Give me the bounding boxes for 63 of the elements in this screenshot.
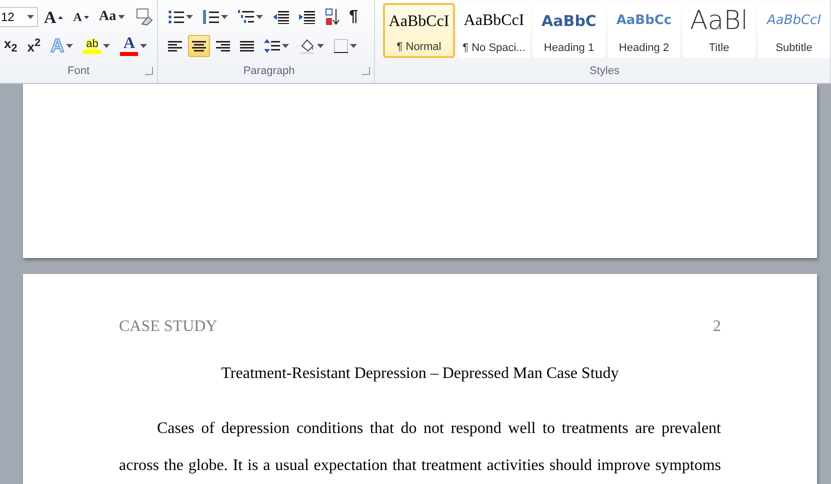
caret-icon bbox=[140, 44, 148, 48]
style-preview: AaBl bbox=[690, 10, 748, 32]
highlight-button[interactable]: ab bbox=[79, 35, 114, 57]
multilevel-list-icon bbox=[238, 10, 254, 24]
style-name: Subtitle bbox=[776, 42, 812, 54]
style-name: ¶ Normal bbox=[396, 41, 442, 53]
body-paragraph: Cases of depression conditions that do not respond well to treatments are prevalent across the globe. It is a usual expectation that treatment activities should improve symptoms bbox=[119, 419, 721, 476]
document-title: Treatment-Resistant Depression – Depressed Man Case Study bbox=[220, 365, 620, 383]
show-marks-button[interactable]: ¶ bbox=[345, 6, 362, 28]
style-name: Heading 2 bbox=[618, 42, 670, 54]
line-spacing-icon bbox=[264, 38, 280, 54]
bullet-list-icon bbox=[168, 10, 184, 24]
style-preview: AaBbCc bbox=[616, 12, 672, 30]
caret-icon bbox=[221, 15, 228, 19]
caret-icon bbox=[66, 44, 74, 48]
caret-icon bbox=[118, 15, 126, 19]
caret-up-icon bbox=[58, 16, 64, 18]
style-option[interactable]: AaBbCcI ¶ Normal bbox=[383, 3, 455, 58]
script-button[interactable]: x$_{2}$ bbox=[0, 35, 22, 57]
borders-icon bbox=[334, 39, 348, 53]
align-center-button[interactable] bbox=[188, 35, 210, 57]
dialog-launcher-icon[interactable] bbox=[362, 67, 370, 75]
style-preview: AaBbCcI bbox=[464, 11, 524, 31]
align-center-icon bbox=[192, 40, 206, 52]
group-label: Font bbox=[68, 65, 90, 77]
running-head: CASE STUDY bbox=[119, 318, 218, 336]
change-case-button[interactable]: Aa bbox=[94, 6, 130, 28]
caret-icon bbox=[256, 15, 264, 19]
style-option[interactable]: AaBbCc Heading 2 bbox=[608, 3, 680, 58]
font-size-combo[interactable]: 12 bbox=[0, 7, 38, 27]
script-button[interactable]: x$^{2}$ bbox=[23, 35, 45, 57]
caret-icon bbox=[350, 44, 358, 48]
caret-icon bbox=[186, 15, 194, 19]
caret-down-icon bbox=[84, 16, 89, 18]
font-color-button[interactable]: A bbox=[116, 35, 152, 57]
grow-font-button[interactable]: A bbox=[40, 6, 68, 28]
justify-icon bbox=[240, 40, 254, 52]
caret-icon bbox=[282, 44, 290, 48]
group-label: Paragraph bbox=[243, 65, 295, 77]
style-option[interactable]: AaBbCcI ¶ No Spaci... bbox=[458, 3, 530, 58]
page-number: 2 bbox=[713, 318, 721, 336]
font-size-field[interactable]: 12 bbox=[0, 10, 27, 24]
style-name: Heading 1 bbox=[544, 42, 594, 54]
align-left-icon bbox=[168, 40, 182, 52]
style-option[interactable]: AaBbCcI Subtitle bbox=[758, 3, 830, 58]
shrink-font-button[interactable]: A bbox=[69, 6, 93, 28]
style-preview: AaBbCcI bbox=[388, 12, 450, 32]
sort-icon bbox=[325, 8, 340, 26]
style-name: Title bbox=[708, 42, 730, 54]
style-option[interactable]: AaBbC Heading 1 bbox=[533, 3, 605, 58]
group-label: Styles bbox=[590, 65, 620, 77]
outdent-icon bbox=[273, 10, 290, 24]
paint-bucket-icon bbox=[299, 38, 316, 54]
caret-icon bbox=[103, 44, 110, 48]
style-option[interactable]: AaBl Title bbox=[683, 3, 755, 58]
align-right-icon bbox=[216, 40, 230, 52]
caret-icon bbox=[317, 44, 324, 48]
dialog-launcher-icon[interactable] bbox=[145, 67, 154, 75]
style-name: ¶ No Spaci... bbox=[462, 42, 526, 54]
caret-icon bbox=[27, 15, 34, 19]
style-preview: AaBbC bbox=[542, 11, 596, 32]
style-preview: AaBbCcI bbox=[766, 12, 822, 30]
indent-icon bbox=[299, 10, 316, 24]
